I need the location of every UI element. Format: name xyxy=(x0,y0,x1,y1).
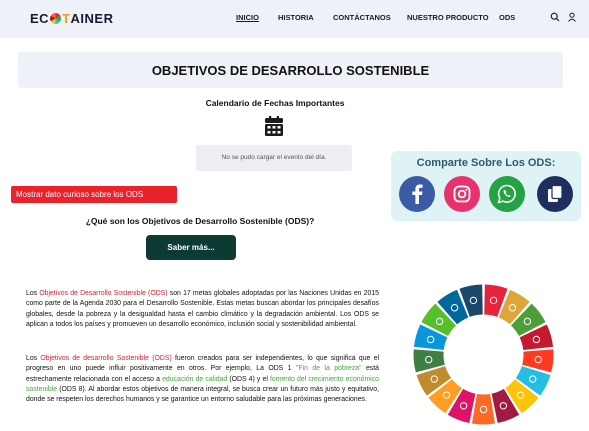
paragraph-text: Los xyxy=(26,355,41,362)
paragraph-text: (ODS 8). Al abordar estos objetivos de m… xyxy=(26,385,379,404)
curious-fact-button[interactable]: Mostrar dato curioso sobre los ODS xyxy=(11,186,177,203)
share-title: Comparte Sobre Los ODS: xyxy=(416,157,556,169)
title-band: OBJETIVOS DE DESARROLLO SOSTENIBLE xyxy=(18,52,563,88)
facebook-icon xyxy=(412,184,423,204)
whatsapp-button[interactable] xyxy=(489,176,525,212)
main-nav: INICIO HISTORIA CONTÁCTANOS NUESTRO PROD… xyxy=(0,13,589,25)
calendar-icon xyxy=(265,116,283,136)
share-card: Comparte Sobre Los ODS: xyxy=(391,151,581,221)
sdg-segment xyxy=(471,393,496,425)
nav-inicio[interactable]: INICIO xyxy=(236,13,259,22)
sdg-wheel-image xyxy=(413,284,554,425)
nav-historia[interactable]: HISTORIA xyxy=(278,13,314,22)
paragraph-text: Los xyxy=(26,290,40,297)
nav-contactanos[interactable]: CONTÁCTANOS xyxy=(333,13,391,22)
copy-icon xyxy=(548,185,563,202)
highlight-ods: Objetivos de desarrollo Sostenible (ODS) xyxy=(40,355,172,362)
highlight-education: educación de calidad xyxy=(162,375,228,383)
copy-button[interactable] xyxy=(537,176,573,212)
event-message: No se pudo cargar el evento del día. xyxy=(196,145,352,171)
highlight-ods: Objetivos de Desarrollo Sostenible (ODS) xyxy=(39,290,168,297)
user-icon[interactable] xyxy=(567,12,577,22)
calendar-title: Calendario de Fechas Importantes xyxy=(205,98,345,108)
paragraph-intro: Los Objetivos de Desarrollo Sostenible (… xyxy=(26,289,379,330)
paragraph-text: (ODS 4) y el xyxy=(227,375,270,383)
header: EC T AINER INICIO HISTORIA CONTÁCTANOS NUE… xyxy=(0,0,589,38)
instagram-button[interactable] xyxy=(444,176,480,212)
nav-nuestro-producto[interactable]: NUESTRO PRODUCTO xyxy=(407,13,489,22)
highlight-poverty: "Fin de la pobreza" xyxy=(295,365,362,373)
instagram-icon xyxy=(453,185,471,203)
facebook-button[interactable] xyxy=(399,176,435,212)
ods-question: ¿Qué son los Objetivos de Desarrollo Sos… xyxy=(85,216,315,226)
nav-ods[interactable]: ODS xyxy=(499,13,515,22)
page-title: OBJETIVOS DE DESARROLLO SOSTENIBLE xyxy=(151,63,430,78)
more-button[interactable]: Saber más... xyxy=(146,235,236,260)
paragraph-detail: Los Objetivos de desarrollo Sostenible (… xyxy=(26,354,379,405)
whatsapp-icon xyxy=(497,184,516,204)
search-icon[interactable] xyxy=(550,12,560,22)
